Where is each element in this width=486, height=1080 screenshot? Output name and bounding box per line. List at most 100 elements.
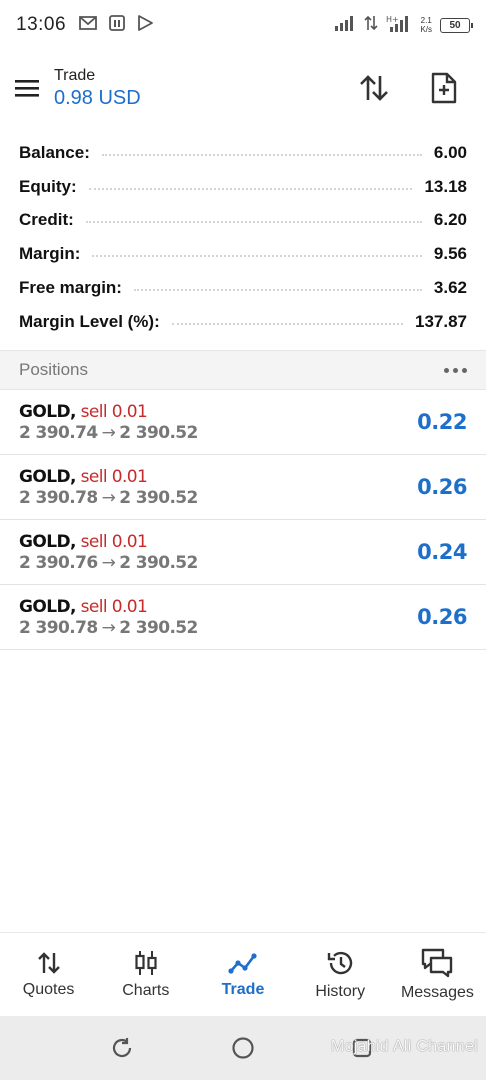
gmail-icon (78, 15, 98, 36)
nav-label: Charts (122, 981, 170, 999)
price-arrow-icon: → (101, 617, 116, 638)
new-order-icon (431, 72, 457, 104)
net-speed: 2.1 K/s (420, 16, 432, 34)
positions-list: GOLD, sell 0.01 2 390.74 → 2 390.52 0.22 G… (0, 390, 486, 650)
home-circle-icon (232, 1037, 254, 1059)
position-row[interactable]: GOLD, sell 0.01 2 390.78 → 2 390.52 0.26 (0, 585, 486, 650)
open-price: 2 390.78 (19, 487, 98, 508)
dot-leader (133, 289, 422, 292)
sys-home-button[interactable] (223, 1028, 263, 1068)
open-price: 2 390.76 (19, 552, 98, 573)
summary-row-equity: Equity: 13.18 (19, 170, 467, 204)
more-dot (462, 367, 467, 373)
more-dots-icon (444, 367, 449, 373)
watermark: Mojahid Ali Channel (330, 1038, 478, 1055)
sim-card-icon (108, 14, 126, 37)
price-arrow-icon: → (101, 487, 116, 508)
refresh-back-icon (112, 1038, 132, 1058)
nav-label: History (315, 982, 366, 1000)
summary-row-balance: Balance: 6.00 (19, 136, 467, 170)
messages-icon (422, 948, 453, 977)
balance-value: 6.00 (433, 142, 467, 162)
nav-label: Trade (221, 980, 265, 998)
current-price: 2 390.52 (119, 487, 198, 508)
position-row[interactable]: GOLD, sell 0.01 2 390.74 → 2 390.52 0.22 (0, 390, 486, 455)
position-symbol: GOLD, (19, 401, 76, 422)
battery-icon: 50 (440, 17, 473, 33)
position-prices: 2 390.76 → 2 390.52 (19, 553, 198, 573)
positions-title: Positions (19, 360, 88, 379)
position-info: GOLD, sell 0.01 2 390.78 → 2 390.52 (19, 467, 198, 508)
new-order-button[interactable] (424, 68, 464, 108)
battery-level: 50 (449, 19, 461, 31)
summary-row-margin: Margin: 9.56 (19, 237, 467, 271)
account-summary: Balance: 6.00 Equity: 13.18 Credit: 6.20… (19, 136, 467, 339)
equity-label: Equity: (19, 176, 77, 196)
position-title: GOLD, sell 0.01 (19, 402, 198, 422)
open-price: 2 390.78 (19, 617, 98, 638)
bottom-nav: Quotes Charts Trade History Messages (0, 932, 486, 1016)
status-notification-icons (78, 14, 154, 37)
sort-button[interactable] (354, 68, 394, 108)
position-symbol: GOLD, (19, 596, 76, 617)
price-arrow-icon: → (101, 552, 116, 573)
free-margin-value: 3.62 (433, 278, 467, 298)
position-type: sell 0.01 (80, 531, 148, 552)
play-store-icon (136, 14, 154, 37)
menu-button[interactable] (0, 61, 54, 115)
sys-back-button[interactable] (102, 1028, 142, 1068)
position-type: sell 0.01 (80, 466, 148, 487)
position-symbol: GOLD, (19, 531, 76, 552)
net-speed-unit: K/s (420, 25, 432, 34)
credit-label: Credit: (19, 210, 74, 230)
current-price: 2 390.52 (119, 552, 198, 573)
toolbar-actions (354, 68, 464, 108)
position-profit: 0.22 (417, 410, 467, 434)
profit-total: 0.98 USD (54, 86, 141, 109)
signal-icon (334, 15, 356, 36)
position-title: GOLD, sell 0.01 (19, 532, 198, 552)
status-bar: 13:06 H+ 2.1 K/s 50 (0, 0, 486, 50)
data-arrows-icon (364, 15, 379, 36)
app-toolbar: Trade 0.98 USD (0, 56, 486, 120)
status-time: 13:06 (16, 14, 67, 35)
dot-leader (92, 255, 422, 258)
open-price: 2 390.74 (19, 422, 98, 443)
balance-label: Balance: (19, 142, 90, 162)
nav-history[interactable]: History (292, 933, 389, 1016)
margin-value: 9.56 (433, 244, 467, 264)
summary-row-margin-level: Margin Level (%): 137.87 (19, 305, 467, 339)
hamburger-icon (15, 80, 39, 97)
position-info: GOLD, sell 0.01 2 390.76 → 2 390.52 (19, 532, 198, 573)
nav-charts[interactable]: Charts (97, 933, 194, 1016)
position-prices: 2 390.78 → 2 390.52 (19, 488, 198, 508)
positions-more-button[interactable] (438, 362, 467, 379)
credit-value: 6.20 (433, 210, 467, 230)
dot-leader (101, 153, 422, 156)
price-arrow-icon: → (101, 422, 116, 443)
position-info: GOLD, sell 0.01 2 390.74 → 2 390.52 (19, 402, 198, 443)
nav-trade[interactable]: Trade (194, 933, 291, 1016)
position-prices: 2 390.74 → 2 390.52 (19, 423, 198, 443)
position-row[interactable]: GOLD, sell 0.01 2 390.78 → 2 390.52 0.26 (0, 455, 486, 520)
position-row[interactable]: GOLD, sell 0.01 2 390.76 → 2 390.52 0.24 (0, 520, 486, 585)
nav-messages[interactable]: Messages (389, 933, 486, 1016)
nav-label: Quotes (22, 980, 75, 998)
charts-icon (135, 950, 157, 975)
position-title: GOLD, sell 0.01 (19, 467, 198, 487)
position-type: sell 0.01 (80, 401, 148, 422)
history-icon (328, 951, 353, 974)
nav-quotes[interactable]: Quotes (0, 933, 97, 1016)
net-speed-value: 2.1 (420, 16, 432, 25)
margin-level-label: Margin Level (%): (19, 311, 160, 331)
position-title: GOLD, sell 0.01 (19, 597, 198, 617)
svg-text:H+: H+ (386, 15, 399, 24)
positions-header: Positions (0, 350, 486, 390)
current-price: 2 390.52 (119, 617, 198, 638)
summary-row-credit: Credit: 6.20 (19, 204, 467, 238)
sort-icon (360, 75, 388, 101)
position-profit: 0.26 (417, 605, 467, 629)
dot-leader (85, 221, 422, 224)
position-type: sell 0.01 (80, 596, 148, 617)
page-title: Trade (54, 66, 96, 84)
